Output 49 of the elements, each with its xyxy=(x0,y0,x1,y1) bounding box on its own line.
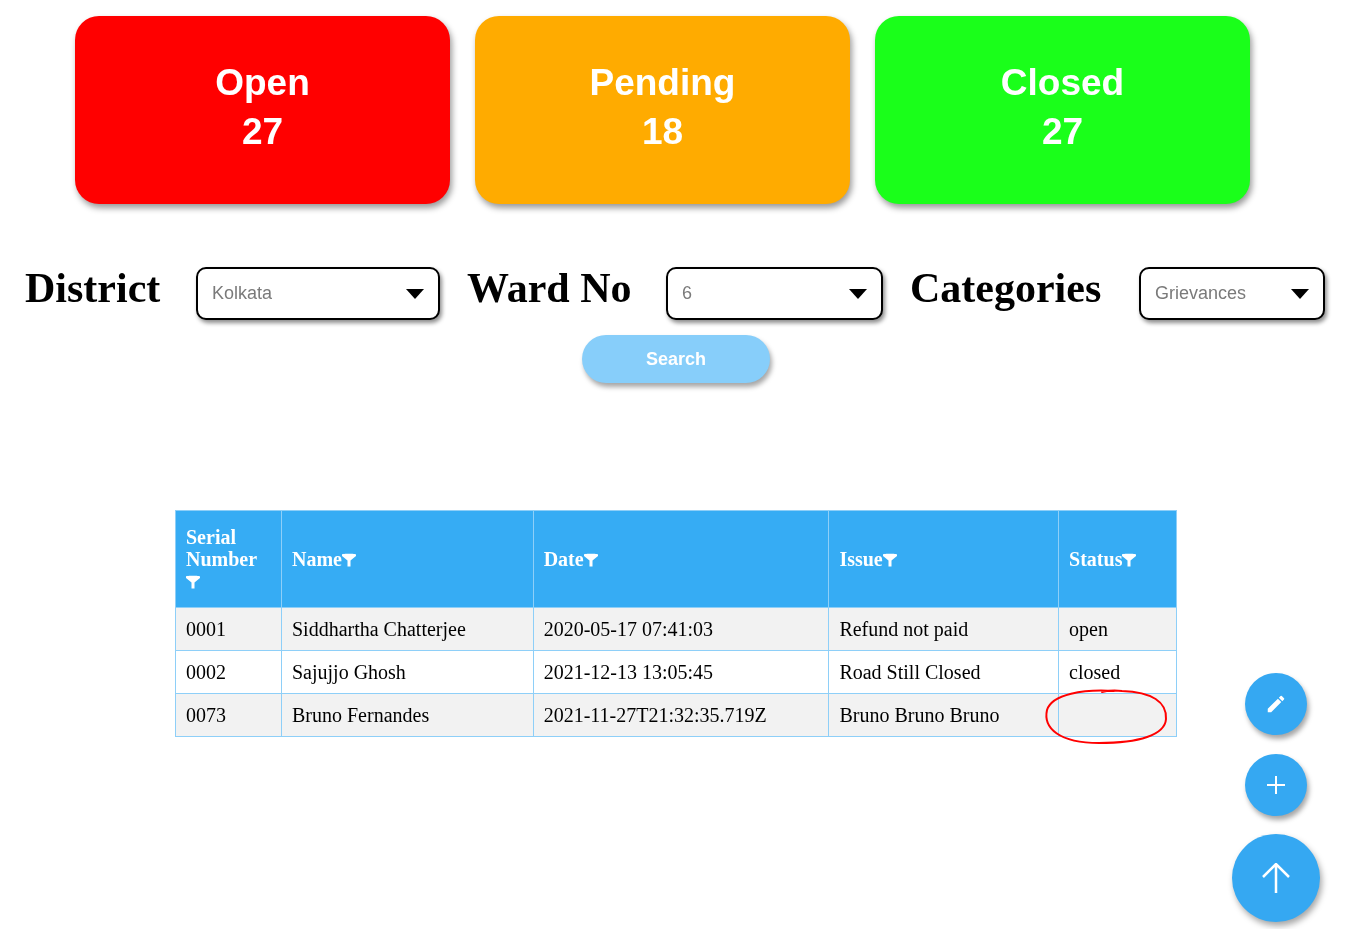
header-label[interactable]: Date xyxy=(543,548,584,570)
pencil-icon xyxy=(1265,693,1287,715)
table-cell: Bruno Bruno Bruno xyxy=(828,693,1059,737)
filter-icon[interactable] xyxy=(1122,553,1137,567)
table-cell: 2021-12-13 13:05:45 xyxy=(533,650,829,694)
table-cell: 2021-11-27T21:32:35.719Z xyxy=(533,693,829,737)
table-cell: 0073 xyxy=(175,693,282,737)
filter-icon[interactable] xyxy=(882,553,897,567)
dropdown-field[interactable]: Grievances xyxy=(1139,267,1325,320)
up-arrow-icon xyxy=(1262,863,1290,893)
card-count: 27 xyxy=(1041,110,1084,154)
scroll-to-top-button[interactable] xyxy=(1232,834,1320,922)
caret-icon xyxy=(406,288,424,299)
table-cell: 0002 xyxy=(175,650,282,694)
table-cell: 2020-05-17 07:41:03 xyxy=(533,607,829,651)
table-cell: Bruno Fernandes xyxy=(281,693,534,737)
caret-icon xyxy=(1291,288,1309,299)
card-count: 27 xyxy=(241,110,284,154)
table-cell: Sajujjo Ghosh xyxy=(281,650,534,694)
header-label[interactable]: Name xyxy=(291,548,342,570)
table-cell: 0001 xyxy=(175,607,282,651)
filter-label: Categories xyxy=(910,263,1103,312)
table-cell: closed xyxy=(1058,650,1177,694)
status-card[interactable]: Open 27 xyxy=(75,16,450,204)
header-label[interactable]: Status xyxy=(1069,548,1123,570)
filter-icon[interactable] xyxy=(186,575,200,589)
dropdown-field[interactable]: 6 xyxy=(666,267,883,320)
table-cell: Refund not paid xyxy=(828,607,1059,651)
status-card[interactable]: Pending 18 xyxy=(475,16,850,204)
filter-icon[interactable] xyxy=(583,553,598,567)
add-button[interactable] xyxy=(1245,754,1307,816)
dropdown-field[interactable]: Kolkata xyxy=(196,267,440,320)
caret-icon xyxy=(849,288,867,299)
card-label: Pending xyxy=(589,61,736,105)
status-card[interactable]: Closed 27 xyxy=(875,16,1250,204)
card-count: 18 xyxy=(641,110,684,154)
search-button[interactable]: Search xyxy=(582,335,770,383)
filter-label: Ward No xyxy=(467,263,633,312)
header-label[interactable]: Serial Number xyxy=(186,526,271,570)
filter-label: District xyxy=(25,263,162,312)
card-label: Open xyxy=(215,61,310,105)
plus-icon xyxy=(1267,776,1285,794)
edit-button[interactable] xyxy=(1245,673,1307,735)
card-label: Closed xyxy=(1000,61,1125,105)
filter-icon[interactable] xyxy=(341,553,356,567)
header-label[interactable]: Issue xyxy=(839,548,883,570)
table-cell: Siddhartha Chatterjee xyxy=(281,607,534,651)
table-cell: Road Still Closed xyxy=(828,650,1059,694)
table-cell: open xyxy=(1058,607,1177,651)
